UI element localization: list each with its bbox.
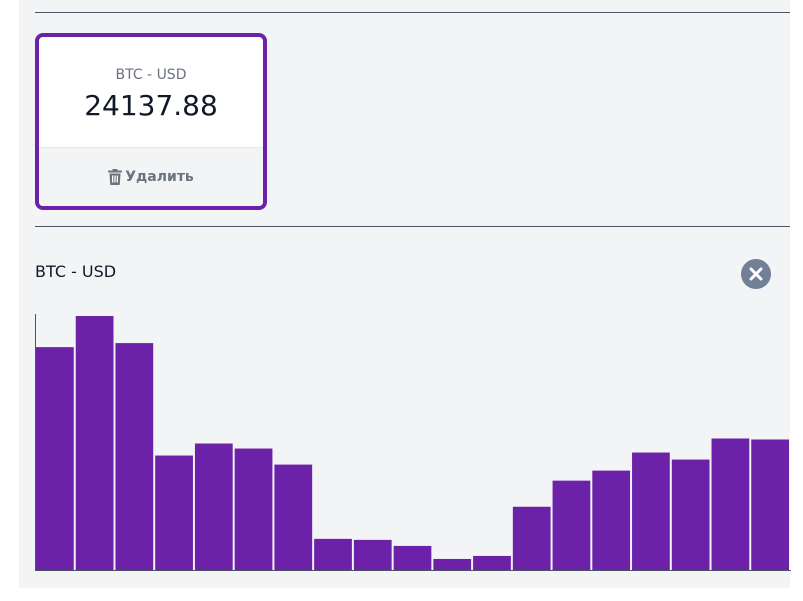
graph-bar (155, 455, 193, 570)
graph-bar (751, 439, 789, 570)
ticker-pair: BTC - USD (115, 67, 187, 83)
app-container: BTC - USD 24137.88 Удалить BTC - USD (19, 0, 791, 588)
graph-title: BTC - USD (35, 262, 117, 281)
middle-divider (35, 226, 790, 227)
graph-bar (433, 558, 472, 570)
close-icon (749, 267, 763, 281)
price-graph (35, 314, 791, 571)
graph-bar (473, 555, 511, 570)
close-graph-button[interactable] (741, 259, 771, 289)
ticker-price: 24137.88 (84, 89, 218, 122)
graph-bar (393, 545, 432, 570)
graph-bar (234, 448, 273, 570)
graph-bar (36, 347, 74, 570)
ticker-card-btc-usd[interactable]: BTC - USD 24137.88 Удалить (35, 33, 267, 210)
graph-bar (115, 343, 154, 570)
graph-bar (632, 452, 670, 570)
graph-bar (512, 506, 551, 570)
trash-icon (108, 169, 123, 185)
delete-button[interactable]: Удалить (39, 147, 263, 206)
graph-bar (671, 459, 710, 570)
graph-bar (314, 538, 352, 570)
graph-bars (36, 316, 789, 570)
graph-bar (353, 539, 392, 570)
delete-label: Удалить (125, 169, 194, 185)
graph-bar (592, 470, 631, 570)
graph-bar (194, 443, 233, 570)
ticker-card-body: BTC - USD 24137.88 (39, 37, 263, 149)
graph-bar (274, 464, 313, 570)
top-divider (35, 12, 790, 13)
graph-bar (75, 316, 114, 570)
graph-bar (552, 480, 591, 570)
graph-bar (711, 438, 750, 570)
